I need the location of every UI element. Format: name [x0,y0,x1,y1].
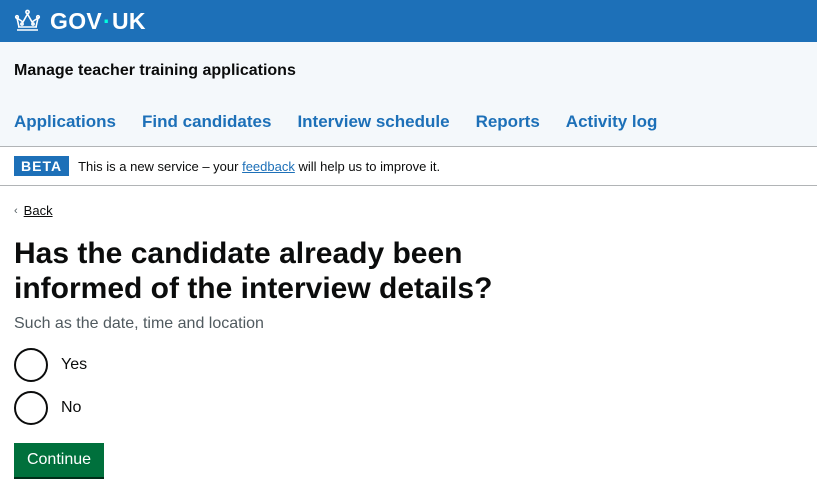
nav-item-reports: Reports [476,112,540,132]
govuk-header: GOV·UK [0,0,817,42]
nav-link-activity-log[interactable]: Activity log [566,112,658,131]
nav-item-interview-schedule: Interview schedule [297,112,449,132]
nav-link-applications[interactable]: Applications [14,112,116,131]
phase-banner-text: This is a new service – your feedback wi… [78,159,440,174]
radio-label-no[interactable]: No [61,399,81,417]
chevron-left-icon: ‹ [14,204,18,217]
phase-banner: BETA This is a new service – your feedba… [0,147,817,186]
question-hint: Such as the date, time and location [14,315,264,332]
govuk-logo-link[interactable]: GOV·UK [14,8,146,35]
nav-link-reports[interactable]: Reports [476,112,540,131]
radio-option-no[interactable]: No [14,391,87,425]
logo-text-right: UK [112,7,146,34]
nav-link-find-candidates[interactable]: Find candidates [142,112,271,131]
service-name: Manage teacher training applications [14,62,296,79]
primary-nav: Applications Find candidates Interview s… [14,112,657,132]
service-navigation: Manage teacher training applications App… [0,42,817,147]
radio-input-no[interactable] [14,391,48,425]
back-link[interactable]: ‹ Back [14,203,53,218]
beta-tag: BETA [14,156,70,176]
logo-dot: · [103,7,111,34]
radio-option-yes[interactable]: Yes [14,348,87,382]
continue-button[interactable]: Continue [14,443,104,477]
nav-item-activity-log: Activity log [566,112,658,132]
nav-item-applications: Applications [14,112,116,132]
logo-text-left: GOV [50,7,103,34]
radio-group: Yes No [14,348,87,434]
logo-text: GOV·UK [50,8,146,35]
page-title: Has the candidate already been informed … [14,237,493,305]
nav-link-interview-schedule[interactable]: Interview schedule [297,112,449,131]
nav-item-find-candidates: Find candidates [142,112,271,132]
feedback-link[interactable]: feedback [242,159,295,174]
radio-label-yes[interactable]: Yes [61,356,87,374]
phase-text-before: This is a new service – your [78,158,243,174]
crown-icon [14,9,41,31]
radio-input-yes[interactable] [14,348,48,382]
back-link-label: Back [23,203,53,218]
phase-text-after: will help us to improve it. [294,158,441,174]
